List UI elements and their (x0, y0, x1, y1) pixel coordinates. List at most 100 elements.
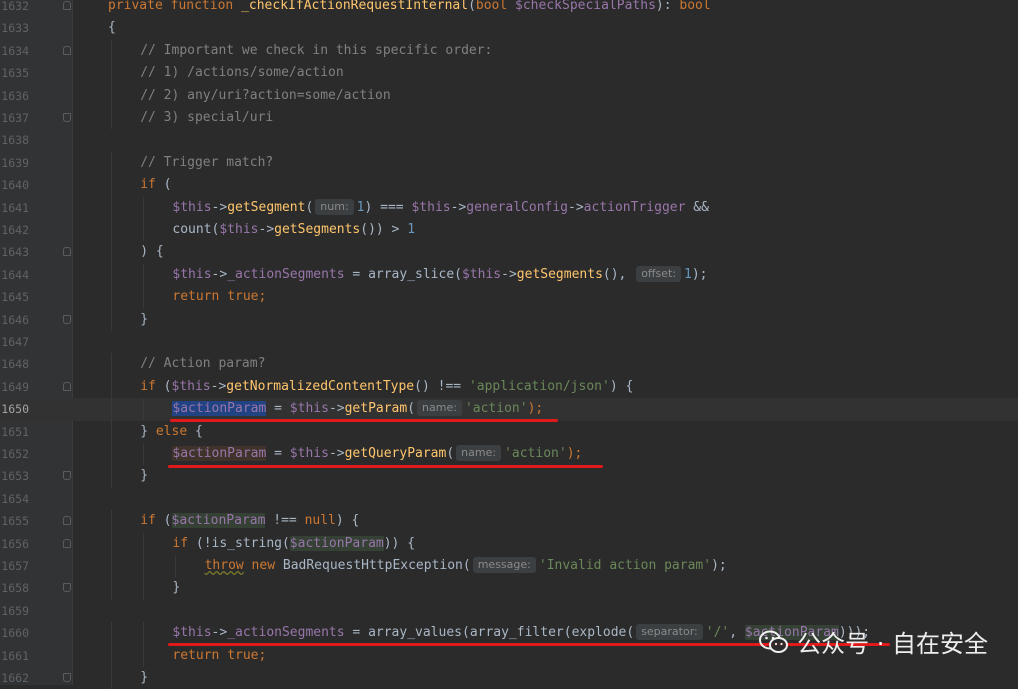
indent-guide (143, 219, 145, 242)
code-line[interactable]: 1646} (0, 308, 1018, 331)
indent-guide (111, 353, 112, 376)
code-line[interactable]: 1634 // Important we check in this specif… (0, 39, 1018, 63)
parameter-hint: separator: (636, 624, 703, 641)
line-number: 1655 (1, 514, 29, 529)
code-line[interactable]: 1662} (0, 667, 1018, 689)
code-line[interactable]: 1648 // Action param? (0, 353, 1018, 376)
code-token: -> (258, 222, 275, 237)
code-token: $actionParam (171, 513, 266, 529)
code-line[interactable]: 1636 // 2) any/uri?action=some/action (0, 84, 1018, 107)
code-token: // 1) /actions/some/action (140, 65, 344, 81)
code-line[interactable]: 1633 { (0, 17, 1018, 39)
fold-close-icon[interactable] (63, 314, 71, 324)
code-line[interactable]: 1639 // Trigger match? (0, 151, 1018, 175)
wechat-icon (759, 630, 789, 654)
code-token: (), (602, 266, 635, 282)
line-number: 1632 (1, 0, 29, 13)
line-number: 1642 (1, 223, 29, 237)
code-text: } (172, 577, 180, 599)
line-number: 1657 (1, 559, 29, 573)
code-text: } (140, 465, 148, 487)
fold-close-icon[interactable] (63, 113, 71, 122)
indent-guide (111, 375, 112, 399)
red-underline-1650 (170, 419, 558, 422)
code-token: if (140, 378, 164, 394)
fold-close-icon[interactable] (63, 471, 71, 481)
code-token: = array_slice( (344, 266, 462, 282)
code-token: getNormalizedContentType (226, 378, 415, 394)
indent-guide (143, 555, 145, 578)
code-line[interactable]: 1644 $this->_actionSegments = array_slice… (0, 263, 1018, 287)
watermark: 公众号 · 自在安全 (759, 624, 988, 659)
line-number: 1641 (1, 200, 29, 215)
code-text: } (140, 667, 148, 689)
indent-guide (143, 196, 145, 219)
code-token: _actionSegments (227, 266, 345, 282)
code-token: ); (711, 558, 727, 573)
code-line[interactable]: 1659 (0, 600, 1018, 622)
code-token: ); (527, 401, 544, 417)
code-line[interactable]: 1643) { (0, 241, 1018, 264)
code-line[interactable]: 1650 $actionParam = $this->getParam(name:… (0, 398, 1018, 421)
code-line[interactable]: 1653} (0, 465, 1018, 488)
indent-guide (111, 84, 112, 107)
fold-open-icon[interactable] (63, 247, 71, 257)
fold-open-icon[interactable] (63, 45, 71, 55)
code-token: getSegments (516, 266, 603, 282)
fold-open-icon[interactable] (63, 1, 71, 10)
code-line[interactable]: 1651} else { (0, 420, 1018, 443)
code-line[interactable]: 1640 if ( (0, 174, 1018, 197)
code-token: 1 (684, 266, 692, 282)
indent-guide (111, 644, 112, 667)
code-line[interactable]: 1652 $actionParam = $this->getQueryParam(… (0, 443, 1018, 466)
code-token: { (108, 20, 116, 36)
indent-guide (111, 151, 112, 175)
code-editor[interactable]: 1632 private function _checkIfActionReque… (0, 0, 1018, 689)
code-text: private function _checkIfActionRequestIn… (108, 0, 711, 17)
fold-open-icon[interactable] (63, 538, 71, 548)
code-line[interactable]: 1638 (0, 129, 1018, 151)
code-line[interactable]: 1645 return true; (0, 286, 1018, 309)
code-token: true (227, 647, 259, 663)
indent-guide (175, 555, 177, 578)
code-line[interactable]: 1654 (0, 488, 1018, 510)
code-token: ( (305, 199, 314, 215)
code-token: ( (163, 513, 172, 529)
code-line[interactable]: 1658} (0, 577, 1018, 600)
code-line[interactable]: 1657 throw new BadRequestHttpException(me… (0, 555, 1018, 578)
fold-close-icon[interactable] (63, 583, 71, 593)
indent-guide (111, 622, 112, 645)
code-line[interactable]: 1632 private function _checkIfActionReque… (0, 0, 1018, 17)
code-line[interactable]: 1655 if ($actionParam !== null) { (0, 510, 1018, 533)
code-token: -> (210, 378, 227, 394)
line-number: 1639 (1, 155, 29, 170)
code-token: $this (411, 199, 451, 215)
code-line[interactable]: 1637 // 3) special/uri (0, 107, 1018, 130)
fold-open-icon[interactable] (63, 381, 71, 391)
code-token: } (140, 423, 156, 439)
code-line[interactable]: 1642 count($this->getSegments()) > 1 (0, 219, 1018, 242)
code-token: { (194, 423, 203, 439)
code-line[interactable]: 1649 if ($this->getNormalizedContentType(… (0, 375, 1018, 399)
code-token: 'Invalid action param' (538, 558, 712, 573)
line-number: 1634 (1, 43, 29, 58)
code-line[interactable]: 1641 $this->getSegment(num: 1) === $this->… (0, 196, 1018, 219)
indent-guide (143, 263, 145, 287)
code-line[interactable]: 1635 // 1) /actions/some/action (0, 62, 1018, 85)
code-line[interactable]: 1656 if (!is_string($actionParam)) { (0, 532, 1018, 555)
line-number: 1658 (1, 581, 29, 596)
indent-guide (111, 443, 112, 466)
fold-open-icon[interactable] (63, 516, 71, 526)
code-token: 'application/json' (468, 378, 610, 394)
code-token: // Trigger match? (140, 154, 274, 170)
code-line[interactable]: 1647 (0, 331, 1018, 353)
code-token: ; (258, 647, 267, 663)
code-token: 'action' (464, 401, 528, 417)
code-token: throw (204, 558, 244, 573)
code-token: return (172, 647, 228, 663)
code-token: getParam (344, 401, 408, 417)
code-text: // 2) any/uri?action=some/action (140, 85, 390, 107)
code-token: , (729, 625, 745, 641)
fold-close-icon[interactable] (63, 673, 71, 682)
code-token: ( (163, 177, 172, 193)
